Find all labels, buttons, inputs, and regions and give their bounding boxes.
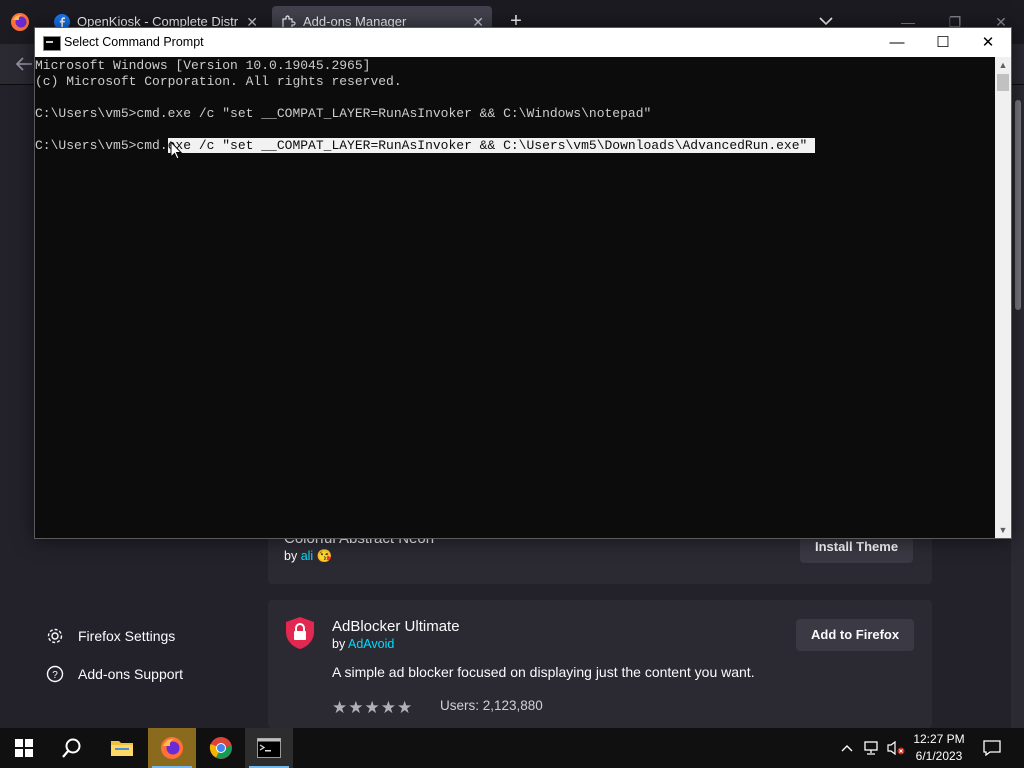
chevron-up-icon[interactable] — [838, 728, 856, 768]
svg-text:?: ? — [52, 670, 58, 681]
cmd-title-bar[interactable]: Select Command Prompt — ☐ ✕ — [35, 28, 1011, 57]
windows-logo-icon — [15, 739, 33, 757]
by-label: by — [332, 637, 346, 651]
file-explorer-button[interactable] — [98, 728, 146, 768]
firefox-scrollbar-thumb[interactable] — [1015, 100, 1021, 310]
cmd-app-icon[interactable] — [43, 36, 61, 51]
volume-muted-icon[interactable] — [885, 728, 907, 768]
command-prompt-window: Select Command Prompt — ☐ ✕ Microsoft Wi… — [34, 27, 1012, 539]
console-selected-text[interactable]: exe /c "set __COMPAT_LAYER=RunAsInvoker … — [167, 138, 816, 153]
addons-support-label: Add-ons Support — [78, 666, 184, 682]
back-arrow-icon[interactable] — [12, 52, 36, 76]
cmd-minimize-icon[interactable]: — — [874, 28, 920, 57]
help-circle-icon: ? — [46, 665, 64, 683]
theme-author-link[interactable]: ali — [301, 549, 314, 563]
search-icon — [62, 738, 81, 758]
scroll-up-arrow-icon[interactable]: ▲ — [995, 57, 1011, 73]
theme-author-line: by ali 😘 — [284, 549, 332, 564]
addon-card: AdBlocker Ultimate by AdAvoid Add to Fir… — [268, 600, 932, 728]
cmd-maximize-icon[interactable]: ☐ — [920, 28, 966, 57]
gear-icon — [47, 628, 63, 644]
cmd-close-icon[interactable]: ✕ — [965, 28, 1011, 57]
addon-description: A simple ad blocker focused on displayin… — [332, 664, 755, 680]
cmd-scrollbar-thumb[interactable] — [997, 74, 1009, 91]
search-button[interactable] — [48, 728, 96, 768]
notifications-icon[interactable] — [978, 728, 1006, 768]
folder-icon — [111, 741, 133, 756]
console-line-current: C:\Users\vm5>cmd.exe /c "set __COMPAT_LA… — [35, 138, 816, 154]
console-line: Microsoft Windows [Version 10.0.19045.29… — [35, 58, 371, 73]
console-line: (c) Microsoft Corporation. All rights re… — [35, 74, 402, 89]
emoji-icon: 😘 — [316, 549, 333, 563]
console-line: C:\Users\vm5>cmd.exe /c "set __COMPAT_LA… — [35, 106, 652, 121]
network-icon[interactable] — [861, 728, 883, 768]
rating-stars-icon: ★★★★★ — [332, 698, 414, 717]
mouse-cursor-icon — [170, 141, 182, 160]
cmd-window-title: Select Command Prompt — [64, 35, 204, 49]
clock-time: 12:27 PM — [913, 732, 965, 746]
chrome-icon — [209, 737, 232, 759]
command-prompt-icon — [257, 738, 281, 758]
taskbar-clock[interactable]: 12:27 PM 6/1/2023 — [906, 731, 972, 765]
clock-date: 6/1/2023 — [915, 749, 963, 763]
cmd-scrollbar[interactable]: ▲ ▼ — [995, 57, 1011, 538]
add-to-firefox-button[interactable]: Add to Firefox — [796, 619, 915, 651]
addon-author-line: by AdAvoid — [332, 637, 394, 651]
chrome-taskbar-button[interactable] — [197, 728, 245, 768]
scroll-down-arrow-icon[interactable]: ▼ — [995, 522, 1011, 538]
addon-users-count: Users: 2,123,880 — [440, 698, 543, 713]
firefox-settings-label: Firefox Settings — [78, 628, 176, 644]
cmd-console-output[interactable]: Microsoft Windows [Version 10.0.19045.29… — [35, 57, 995, 538]
shield-lock-icon — [286, 617, 314, 649]
cmd-taskbar-button[interactable] — [245, 728, 293, 768]
by-label: by — [284, 549, 298, 563]
addon-title[interactable]: AdBlocker Ultimate — [332, 618, 460, 635]
console-prompt-text: C:\Users\vm5>cmd. — [35, 138, 168, 153]
addon-author-link[interactable]: AdAvoid — [348, 637, 394, 651]
firefox-icon — [161, 737, 183, 759]
firefox-taskbar-button[interactable] — [148, 728, 196, 768]
firefox-menu-icon[interactable] — [10, 12, 30, 32]
start-button[interactable] — [0, 728, 48, 768]
